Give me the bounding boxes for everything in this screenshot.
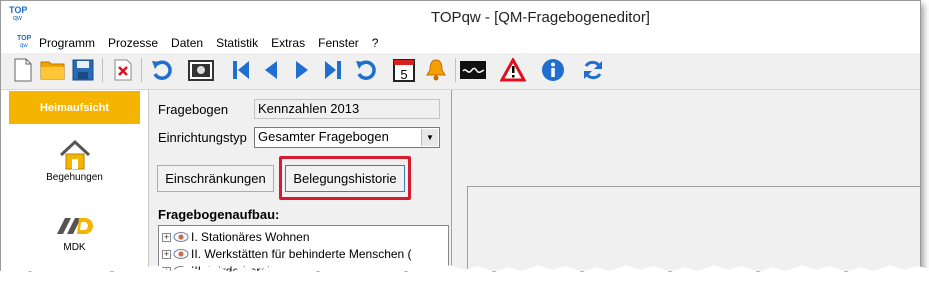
eye-icon xyxy=(173,232,189,242)
info-icon[interactable] xyxy=(539,56,567,84)
camera-icon[interactable] xyxy=(187,56,215,84)
sidebar-item-label: Begehungen xyxy=(46,172,103,183)
menu-statistik[interactable]: Statistik xyxy=(216,36,258,50)
sidebar-item-label: MDK xyxy=(63,242,86,253)
toolbar: 5 xyxy=(1,53,920,90)
highlight-frame xyxy=(279,156,411,200)
next-record-icon[interactable] xyxy=(288,56,316,84)
save-disk-icon[interactable] xyxy=(69,56,97,84)
menu-programm[interactable]: Programm xyxy=(39,36,95,50)
refresh-record-icon[interactable] xyxy=(352,56,380,84)
last-record-icon[interactable] xyxy=(319,56,347,84)
expand-icon[interactable]: + xyxy=(162,232,171,242)
bell-icon[interactable] xyxy=(422,56,450,84)
fragebogen-field[interactable]: Kennzahlen 2013 xyxy=(254,99,440,119)
einrichtungstyp-select[interactable]: Gesamter Fragebogen ▼ xyxy=(254,127,440,148)
menu-fenster[interactable]: Fenster xyxy=(318,36,359,50)
house-icon xyxy=(59,139,90,170)
calendar-icon[interactable]: 5 xyxy=(390,56,418,84)
sidebar: Heimaufsicht Begehungen MDK xyxy=(1,90,149,271)
svg-text:5: 5 xyxy=(400,67,407,82)
menu-help[interactable]: ? xyxy=(372,36,379,50)
title-bar: TOP qw TOPqw - [QM-Fragebogeneditor] xyxy=(1,1,920,33)
app-window: TOP qw TOPqw - [QM-Fragebogeneditor] TOP… xyxy=(0,0,921,272)
menu-extras[interactable]: Extras xyxy=(271,36,305,50)
sidebar-item-begehungen[interactable]: Begehungen xyxy=(9,138,140,188)
menu-daten[interactable]: Daten xyxy=(171,36,203,50)
content-area xyxy=(453,90,920,271)
menu-bar: TOP qw Programm Prozesse Daten Statistik… xyxy=(1,33,920,53)
einrichtungstyp-label: Einrichtungstyp xyxy=(158,130,247,145)
fragebogenaufbau-heading: Fragebogenaufbau: xyxy=(158,207,280,222)
chevron-down-icon[interactable]: ▼ xyxy=(421,129,438,146)
signature-icon[interactable] xyxy=(459,56,487,84)
torn-edge xyxy=(0,265,929,283)
window-title: TOPqw - [QM-Fragebogeneditor] xyxy=(431,9,650,26)
menu-prozesse[interactable]: Prozesse xyxy=(108,36,158,50)
new-document-icon[interactable] xyxy=(9,56,37,84)
einschraenkungen-button[interactable]: Einschränkungen xyxy=(157,165,274,192)
mdi-logo-icon[interactable]: TOP qw xyxy=(17,35,33,51)
previous-record-icon[interactable] xyxy=(257,56,285,84)
sidebar-item-heimaufsicht[interactable]: Heimaufsicht xyxy=(9,91,140,124)
delete-icon[interactable] xyxy=(109,56,137,84)
reload-icon[interactable] xyxy=(579,56,607,84)
first-record-icon[interactable] xyxy=(227,56,255,84)
undo-icon[interactable] xyxy=(148,56,176,84)
open-folder-icon[interactable] xyxy=(39,56,67,84)
tree-item[interactable]: + I. Stationäres Wohnen xyxy=(162,229,310,245)
fragebogen-label: Fragebogen xyxy=(158,102,229,117)
warning-icon[interactable] xyxy=(499,56,527,84)
editor-panel: Fragebogen Kennzahlen 2013 Einrichtungst… xyxy=(149,90,452,271)
mdk-logo-icon xyxy=(56,218,93,234)
